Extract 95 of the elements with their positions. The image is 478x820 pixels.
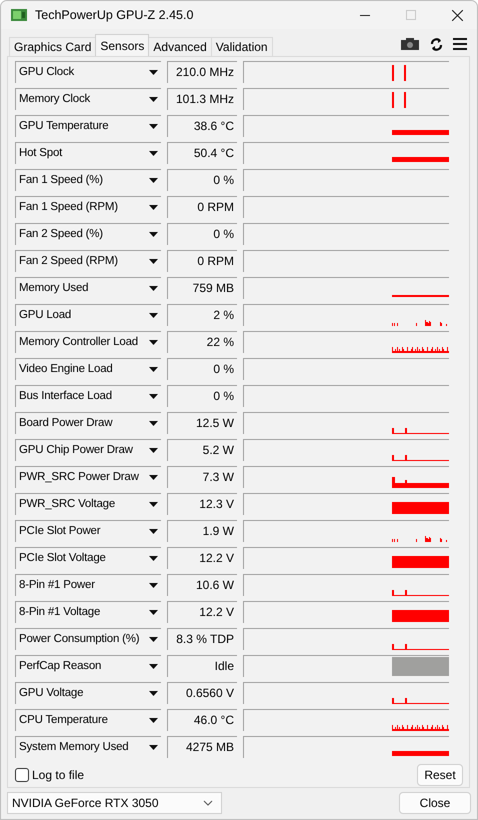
tab[interactable]: Validation (210, 37, 273, 56)
maximize-icon (406, 10, 416, 20)
sensor-dropdown[interactable]: GPU Load (15, 304, 161, 326)
sensor-value: 46.0 °C (167, 708, 237, 730)
log-checkbox[interactable] (15, 768, 29, 782)
sensor-dropdown[interactable]: Memory Clock (15, 88, 161, 110)
caret-icon (149, 286, 158, 290)
sensor-value: 0 RPM (167, 250, 237, 272)
reset-button[interactable]: Reset (417, 764, 463, 786)
sensor-value: 0 RPM (167, 196, 237, 218)
caret-icon (149, 366, 158, 372)
sensor-dropdown[interactable]: Memory Used (15, 276, 161, 298)
sensor-value: 0 % (167, 384, 237, 406)
caret-icon (149, 178, 158, 182)
tab[interactable]: Sensors (95, 34, 150, 56)
sensor-dropdown[interactable]: System Memory Used (15, 736, 161, 758)
caret-icon (149, 312, 158, 318)
sensor-value: 10.6 W (167, 574, 237, 596)
caret-icon (149, 70, 158, 74)
tab[interactable]: Graphics Card (9, 37, 96, 56)
caret-icon (149, 528, 158, 534)
sensor-dropdown[interactable]: PWR_SRC Power Draw (15, 466, 161, 488)
sensor-dropdown[interactable]: PerfCap Reason (15, 654, 161, 676)
caret-icon (149, 340, 158, 344)
sensor-dropdown[interactable]: 8-Pin #1 Power (15, 574, 161, 596)
sensor-value: 2 % (167, 304, 237, 326)
sensor-dropdown[interactable]: Hot Spot (15, 142, 161, 164)
caret-icon (149, 636, 158, 642)
app-icon (11, 9, 27, 21)
sensor-value: 8.3 % TDP (167, 628, 237, 650)
sensor-dropdown[interactable]: Fan 1 Speed (%) (15, 168, 161, 190)
refresh-icon[interactable] (430, 38, 443, 50)
sensor-value: 0 % (167, 168, 237, 190)
checkbox-label: Log to file (32, 768, 84, 782)
caret-icon (149, 150, 158, 156)
sensor-dropdown[interactable]: PCIe Slot Voltage (15, 546, 161, 568)
sensor-dropdown[interactable]: Fan 1 Speed (RPM) (15, 196, 161, 218)
sensor-value: 12.5 W (167, 412, 237, 434)
sensor-dropdown[interactable]: 8-Pin #1 Voltage (15, 600, 161, 622)
caret-icon (149, 232, 158, 236)
caret-icon (149, 556, 158, 560)
caret-icon (149, 690, 158, 696)
close-button[interactable]: Close (399, 792, 471, 814)
minimize-icon[interactable] (360, 14, 370, 16)
sensor-value: 22 % (167, 330, 237, 352)
caret-icon (149, 124, 158, 128)
sensor-value: 759 MB (167, 276, 237, 298)
camera-icon[interactable] (400, 37, 420, 51)
sensor-dropdown[interactable]: GPU Temperature (15, 114, 161, 136)
sensor-dropdown[interactable]: Fan 2 Speed (%) (15, 222, 161, 244)
sensor-dropdown[interactable]: GPU Chip Power Draw (15, 438, 161, 460)
caret-icon (149, 718, 158, 722)
caret-icon (149, 582, 158, 588)
caret-icon (149, 204, 158, 210)
sensor-value: 12.2 V (167, 546, 237, 568)
gpu-select[interactable]: NVIDIA GeForce RTX 3050 (7, 792, 222, 814)
sensor-dropdown[interactable]: Board Power Draw (15, 412, 161, 434)
sensor-value: Idle (167, 654, 237, 676)
sensor-dropdown[interactable]: GPU Clock (15, 60, 161, 82)
caret-icon (149, 502, 158, 506)
sensor-dropdown[interactable]: Power Consumption (%) (15, 628, 161, 650)
sensor-dropdown[interactable]: Video Engine Load (15, 358, 161, 380)
sensor-value: 12.3 V (167, 492, 237, 514)
sensor-value: 4275 MB (167, 736, 237, 758)
caret-icon (149, 474, 158, 480)
close-icon[interactable] (452, 10, 463, 20)
sensor-dropdown[interactable]: Fan 2 Speed (RPM) (15, 250, 161, 272)
sensor-value: 12.2 V (167, 600, 237, 622)
caret-icon (149, 664, 158, 668)
caret-icon (149, 610, 158, 614)
sensor-dropdown[interactable]: CPU Temperature (15, 708, 161, 730)
caret-icon (149, 394, 158, 398)
sensor-dropdown[interactable]: PWR_SRC Voltage (15, 492, 161, 514)
window-title: TechPowerUp GPU-Z 2.45.0 (35, 8, 194, 22)
sensor-value: 5.2 W (167, 438, 237, 460)
sensor-value: 38.6 °C (167, 114, 237, 136)
sensor-value: 0.6560 V (167, 682, 237, 704)
caret-icon (149, 744, 158, 750)
caret-icon (149, 96, 158, 102)
caret-icon (149, 448, 158, 452)
sensor-value: 101.3 MHz (167, 88, 237, 110)
sensor-value: 1.9 W (167, 520, 237, 542)
caret-icon (149, 420, 158, 426)
sensor-dropdown[interactable]: GPU Voltage (15, 682, 161, 704)
sensor-value: 50.4 °C (167, 142, 237, 164)
sensor-dropdown[interactable]: Memory Controller Load (15, 330, 161, 352)
sensor-value: 7.3 W (167, 466, 237, 488)
sensor-dropdown[interactable]: PCIe Slot Power (15, 520, 161, 542)
sensor-value: 0 % (167, 358, 237, 380)
chevron-icon (203, 800, 213, 806)
sensor-value: 0 % (167, 222, 237, 244)
caret-icon (149, 258, 158, 264)
sensor-dropdown[interactable]: Bus Interface Load (15, 384, 161, 406)
menu-icon[interactable] (453, 38, 467, 50)
sensor-value: 210.0 MHz (167, 60, 237, 82)
